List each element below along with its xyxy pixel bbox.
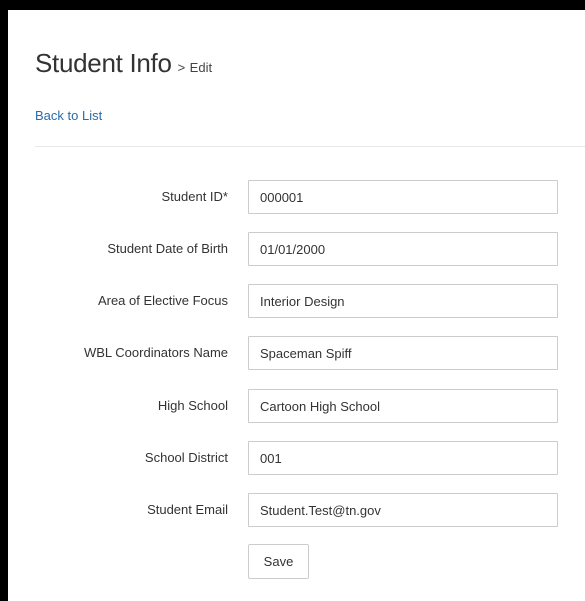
school-district-input[interactable]	[248, 441, 558, 475]
page-subtitle: Edit	[189, 60, 213, 75]
coordinator-name-input[interactable]	[248, 336, 558, 370]
form-row-date-of-birth: Student Date of Birth	[8, 232, 585, 266]
elective-focus-input[interactable]	[248, 284, 558, 318]
divider	[35, 146, 585, 147]
high-school-label: High School	[157, 398, 228, 413]
coordinator-name-label: WBL Coordinators Name	[83, 345, 228, 360]
breadcrumb-separator: >	[177, 60, 186, 75]
school-district-label: School District	[144, 450, 228, 465]
student-id-input[interactable]	[248, 180, 558, 214]
student-email-input[interactable]	[248, 493, 558, 527]
form-row-school-district: School District	[8, 441, 585, 475]
save-button[interactable]: Save	[248, 544, 309, 579]
elective-focus-label: Area of Elective Focus	[97, 293, 228, 308]
form-row-student-id: Student ID*	[8, 180, 585, 214]
page-title: Student Info > Edit	[35, 48, 212, 79]
page-title-main: Student Info	[35, 48, 172, 78]
date-of-birth-label: Student Date of Birth	[107, 241, 228, 256]
student-email-label: Student Email	[147, 502, 228, 517]
form-row-high-school: High School	[8, 389, 585, 423]
form-row-elective-focus: Area of Elective Focus	[8, 284, 585, 318]
student-id-label: Student ID*	[161, 189, 229, 204]
back-to-list-link[interactable]: Back to List	[35, 108, 102, 123]
form-row-student-email: Student Email	[8, 493, 585, 527]
high-school-input[interactable]	[248, 389, 558, 423]
date-of-birth-input[interactable]	[248, 232, 558, 266]
form-row-coordinator-name: WBL Coordinators Name	[8, 336, 585, 370]
